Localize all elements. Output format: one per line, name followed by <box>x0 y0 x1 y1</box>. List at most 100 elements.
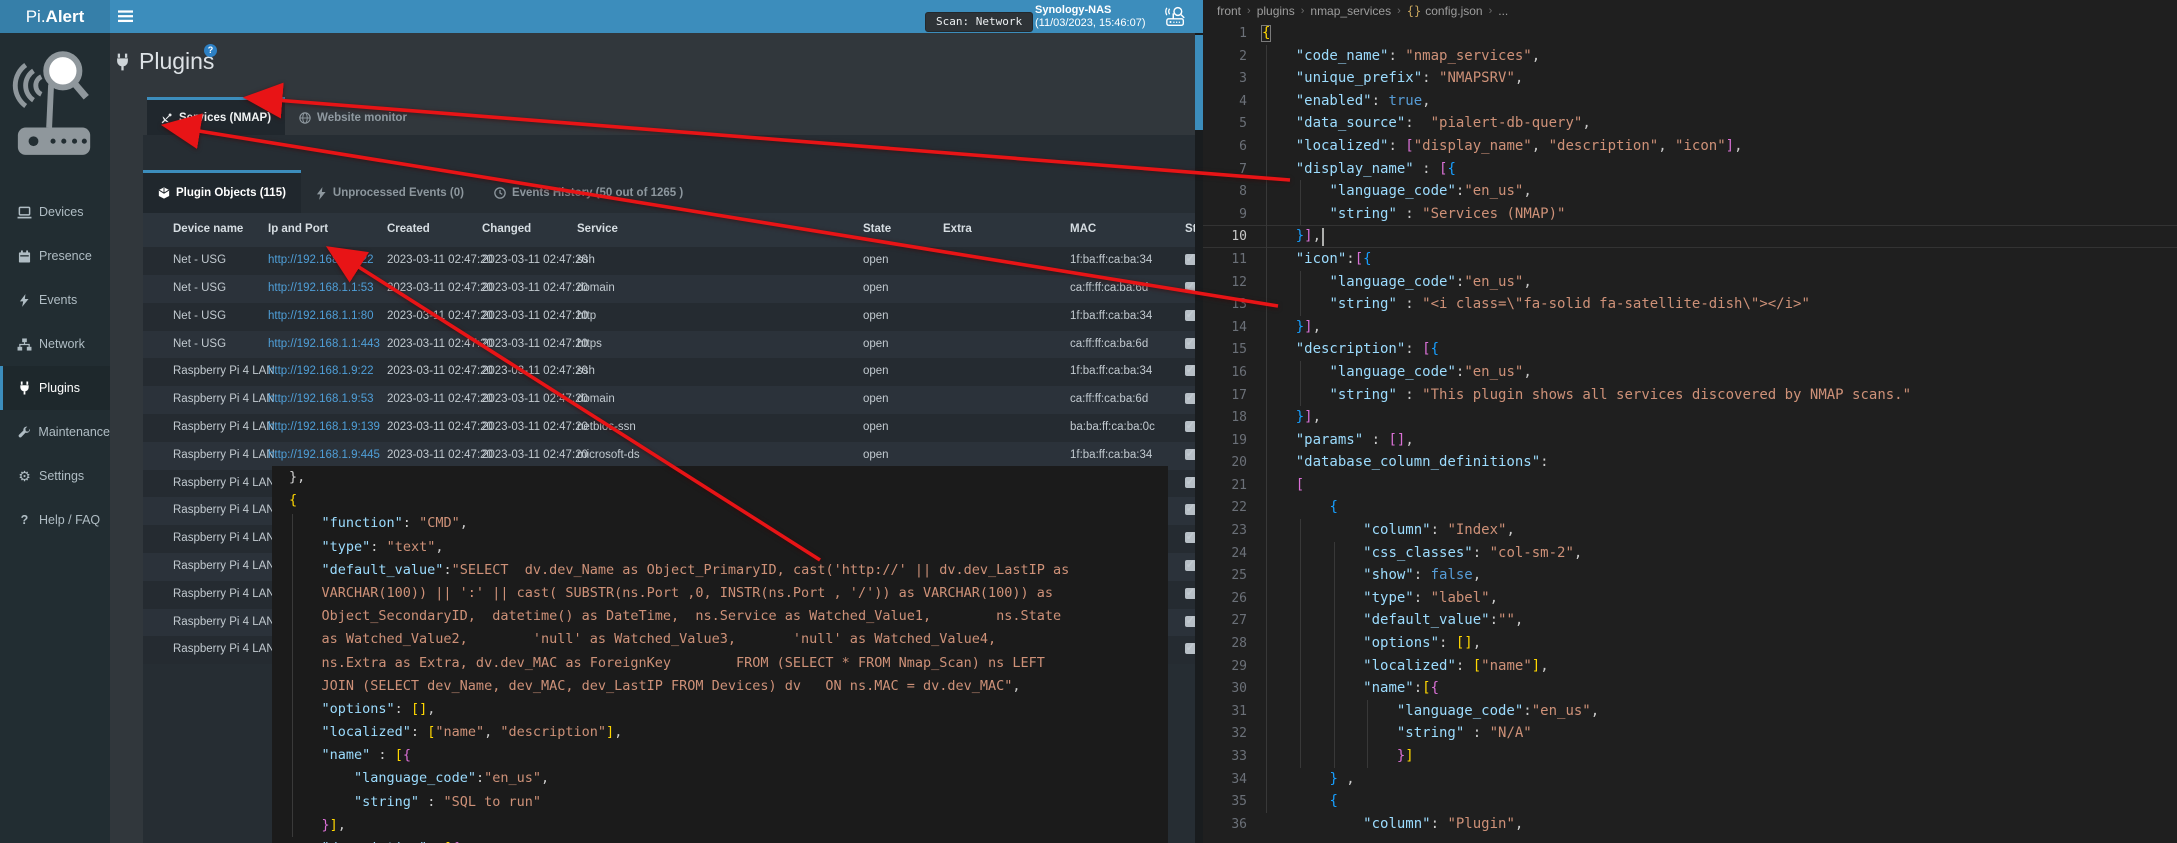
code-editor[interactable]: front›plugins›nmap_services›{}config.jso… <box>1203 0 2177 843</box>
code-line: 11 "icon":[{ <box>1203 248 2177 271</box>
status-checkbox[interactable]: ✓ <box>1185 310 1195 321</box>
table-row: Raspberry Pi 4 LANhttp://192.168.1.9:139… <box>143 414 1195 442</box>
tab-unprocessed-events-0[interactable]: Unprocessed Events (0) <box>301 170 479 213</box>
column-header-status[interactable]: Status <box>1185 223 1195 235</box>
popup-code-line: }], <box>272 814 1168 837</box>
breadcrumb: front›plugins›nmap_services›{}config.jso… <box>1203 0 2177 22</box>
page-scrollbar[interactable] <box>1195 0 1203 843</box>
column-header-service[interactable]: Service <box>577 223 618 235</box>
tab-label: Plugin Objects (115) <box>176 187 286 199</box>
code-line: 4 "enabled": true, <box>1203 90 2177 113</box>
line-number: 20 <box>1203 452 1247 475</box>
calendar-icon <box>16 250 33 263</box>
line-number: 23 <box>1203 520 1247 543</box>
code-line: 21 [ <box>1203 474 2177 497</box>
indent-guide <box>1300 180 1301 225</box>
status-checkbox[interactable]: ✓ <box>1185 477 1195 488</box>
line-number: 31 <box>1203 701 1247 724</box>
tab-website-monitor[interactable]: Website monitor <box>285 97 421 135</box>
code-area[interactable]: 1{2 "code_name": "nmap_services",3 "uniq… <box>1203 22 2177 843</box>
app-logo[interactable]: Pi.Alert <box>0 0 110 33</box>
tab-events-history-50-out-of-1265[interactable]: Events History (50 out of 1265 ) <box>479 170 698 213</box>
cell-ip-port-link[interactable]: http://192.168.1.9:22 <box>268 365 374 377</box>
sidebar-item-help-faq[interactable]: ?Help / FAQ <box>0 498 110 542</box>
breadcrumb-item[interactable]: front <box>1217 4 1241 18</box>
clock-icon <box>494 187 506 199</box>
status-checkbox[interactable]: ✓ <box>1185 254 1195 265</box>
satellite-dish-icon <box>161 112 173 124</box>
breadcrumb-item[interactable]: {}config.json <box>1407 4 1483 18</box>
breadcrumb-item[interactable]: nmap_services <box>1310 4 1391 18</box>
column-header-state[interactable]: State <box>863 223 891 235</box>
status-checkbox[interactable]: ✓ <box>1185 449 1195 460</box>
tab-label: Services (NMAP) <box>179 112 271 124</box>
help-badge[interactable]: ? <box>204 44 217 57</box>
status-checkbox[interactable]: ✓ <box>1185 588 1195 599</box>
sidebar-item-maintenance[interactable]: Maintenance <box>0 410 110 454</box>
bolt-icon <box>16 294 33 307</box>
code-line: 26 "type": "label", <box>1203 587 2177 610</box>
scrollbar-thumb[interactable] <box>1195 35 1203 130</box>
code-line: 5 "data_source": "pialert-db-query", <box>1203 112 2177 135</box>
sidebar-item-presence[interactable]: Presence <box>0 234 110 278</box>
sidebar-item-devices[interactable]: Devices <box>0 190 110 234</box>
column-header-changed[interactable]: Changed <box>482 223 531 235</box>
cell-service: netbios-ssn <box>577 421 636 433</box>
column-header-extra[interactable]: Extra <box>943 223 972 235</box>
sidebar-item-settings[interactable]: ⚙Settings <box>0 454 110 498</box>
cell-service: microsoft-ds <box>577 449 640 461</box>
cell-ip-port-link[interactable]: http://192.168.1.9:139 <box>268 421 380 433</box>
status-checkbox[interactable]: ✓ <box>1185 643 1195 654</box>
hamburger-icon[interactable] <box>118 10 133 23</box>
table-row: Net - USG http://192.168.1.1:80 2023-03-11… <box>143 303 1195 331</box>
cell-state: open <box>863 393 889 405</box>
tab-plugin-objects-115[interactable]: Plugin Objects (115) <box>143 170 301 213</box>
cell-ip-port-link[interactable]: http://192.168.1.1:53 <box>268 282 374 294</box>
status-checkbox[interactable]: ✓ <box>1185 560 1195 571</box>
cell-ip-port-link[interactable]: http://192.168.1.1:22 <box>268 254 374 266</box>
cell-created: 2023-03-11 02:47:20 <box>387 310 493 322</box>
status-checkbox[interactable]: ✓ <box>1185 421 1195 432</box>
breadcrumb-item[interactable]: plugins <box>1257 4 1295 18</box>
cell-device-name: Net - USG <box>173 338 226 350</box>
column-header-created[interactable]: Created <box>387 223 430 235</box>
sidebar-item-events[interactable]: Events <box>0 278 110 322</box>
status-checkbox[interactable]: ✓ <box>1185 393 1195 404</box>
cell-ip-port-link[interactable]: http://192.168.1.1:80 <box>268 310 374 322</box>
code-line: 34 } , <box>1203 768 2177 791</box>
status-checkbox[interactable]: ✓ <box>1185 365 1195 376</box>
popup-code-line: as Watched_Value2, 'null' as Watched_Val… <box>272 628 1168 651</box>
cell-mac: ca:ff:ff:ca:ba:6d <box>1070 282 1148 294</box>
breadcrumb-item[interactable]: ... <box>1498 4 1508 18</box>
status-checkbox[interactable]: ✓ <box>1185 532 1195 543</box>
line-number: 11 <box>1203 249 1247 272</box>
column-header-ip-and-port[interactable]: Ip and Port <box>268 223 328 235</box>
code-line: 17 "string" : "This plugin shows all ser… <box>1203 384 2177 407</box>
cell-device-name: Raspberry Pi 4 LAN <box>173 504 275 516</box>
column-header-device-name[interactable]: Device name <box>173 223 243 235</box>
column-header-mac[interactable]: MAC <box>1070 223 1096 235</box>
globe-icon <box>299 112 311 124</box>
cell-mac: 1f:ba:ff:ca:ba:34 <box>1070 365 1152 377</box>
status-checkbox[interactable]: ✓ <box>1185 504 1195 515</box>
sidebar-item-label: Help / FAQ <box>39 513 100 527</box>
line-number: 35 <box>1203 791 1247 814</box>
text-cursor <box>1322 228 1324 246</box>
cell-device-name: Net - USG <box>173 310 226 322</box>
cell-created: 2023-03-11 02:47:20 <box>387 365 493 377</box>
line-number: 25 <box>1203 565 1247 588</box>
cell-ip-port-link[interactable]: http://192.168.1.9:445 <box>268 449 380 461</box>
status-checkbox[interactable]: ✓ <box>1185 338 1195 349</box>
sidebar-item-network[interactable]: Network <box>0 322 110 366</box>
code-line: 9 "string" : "Services (NMAP)" <box>1203 203 2177 226</box>
cell-ip-port-link[interactable]: http://192.168.1.9:53 <box>268 393 374 405</box>
tab-services-nmap[interactable]: Services (NMAP) <box>147 97 285 135</box>
code-line: 19 "params" : [], <box>1203 429 2177 452</box>
sidebar-item-plugins[interactable]: Plugins <box>0 366 110 410</box>
popup-code-line: }, <box>272 466 1168 489</box>
line-number: 3 <box>1203 68 1247 91</box>
status-checkbox[interactable]: ✓ <box>1185 616 1195 627</box>
status-checkbox[interactable]: ✓ <box>1185 282 1195 293</box>
sidebar-item-label: Settings <box>39 469 84 483</box>
cell-ip-port-link[interactable]: http://192.168.1.1:443 <box>268 338 380 350</box>
